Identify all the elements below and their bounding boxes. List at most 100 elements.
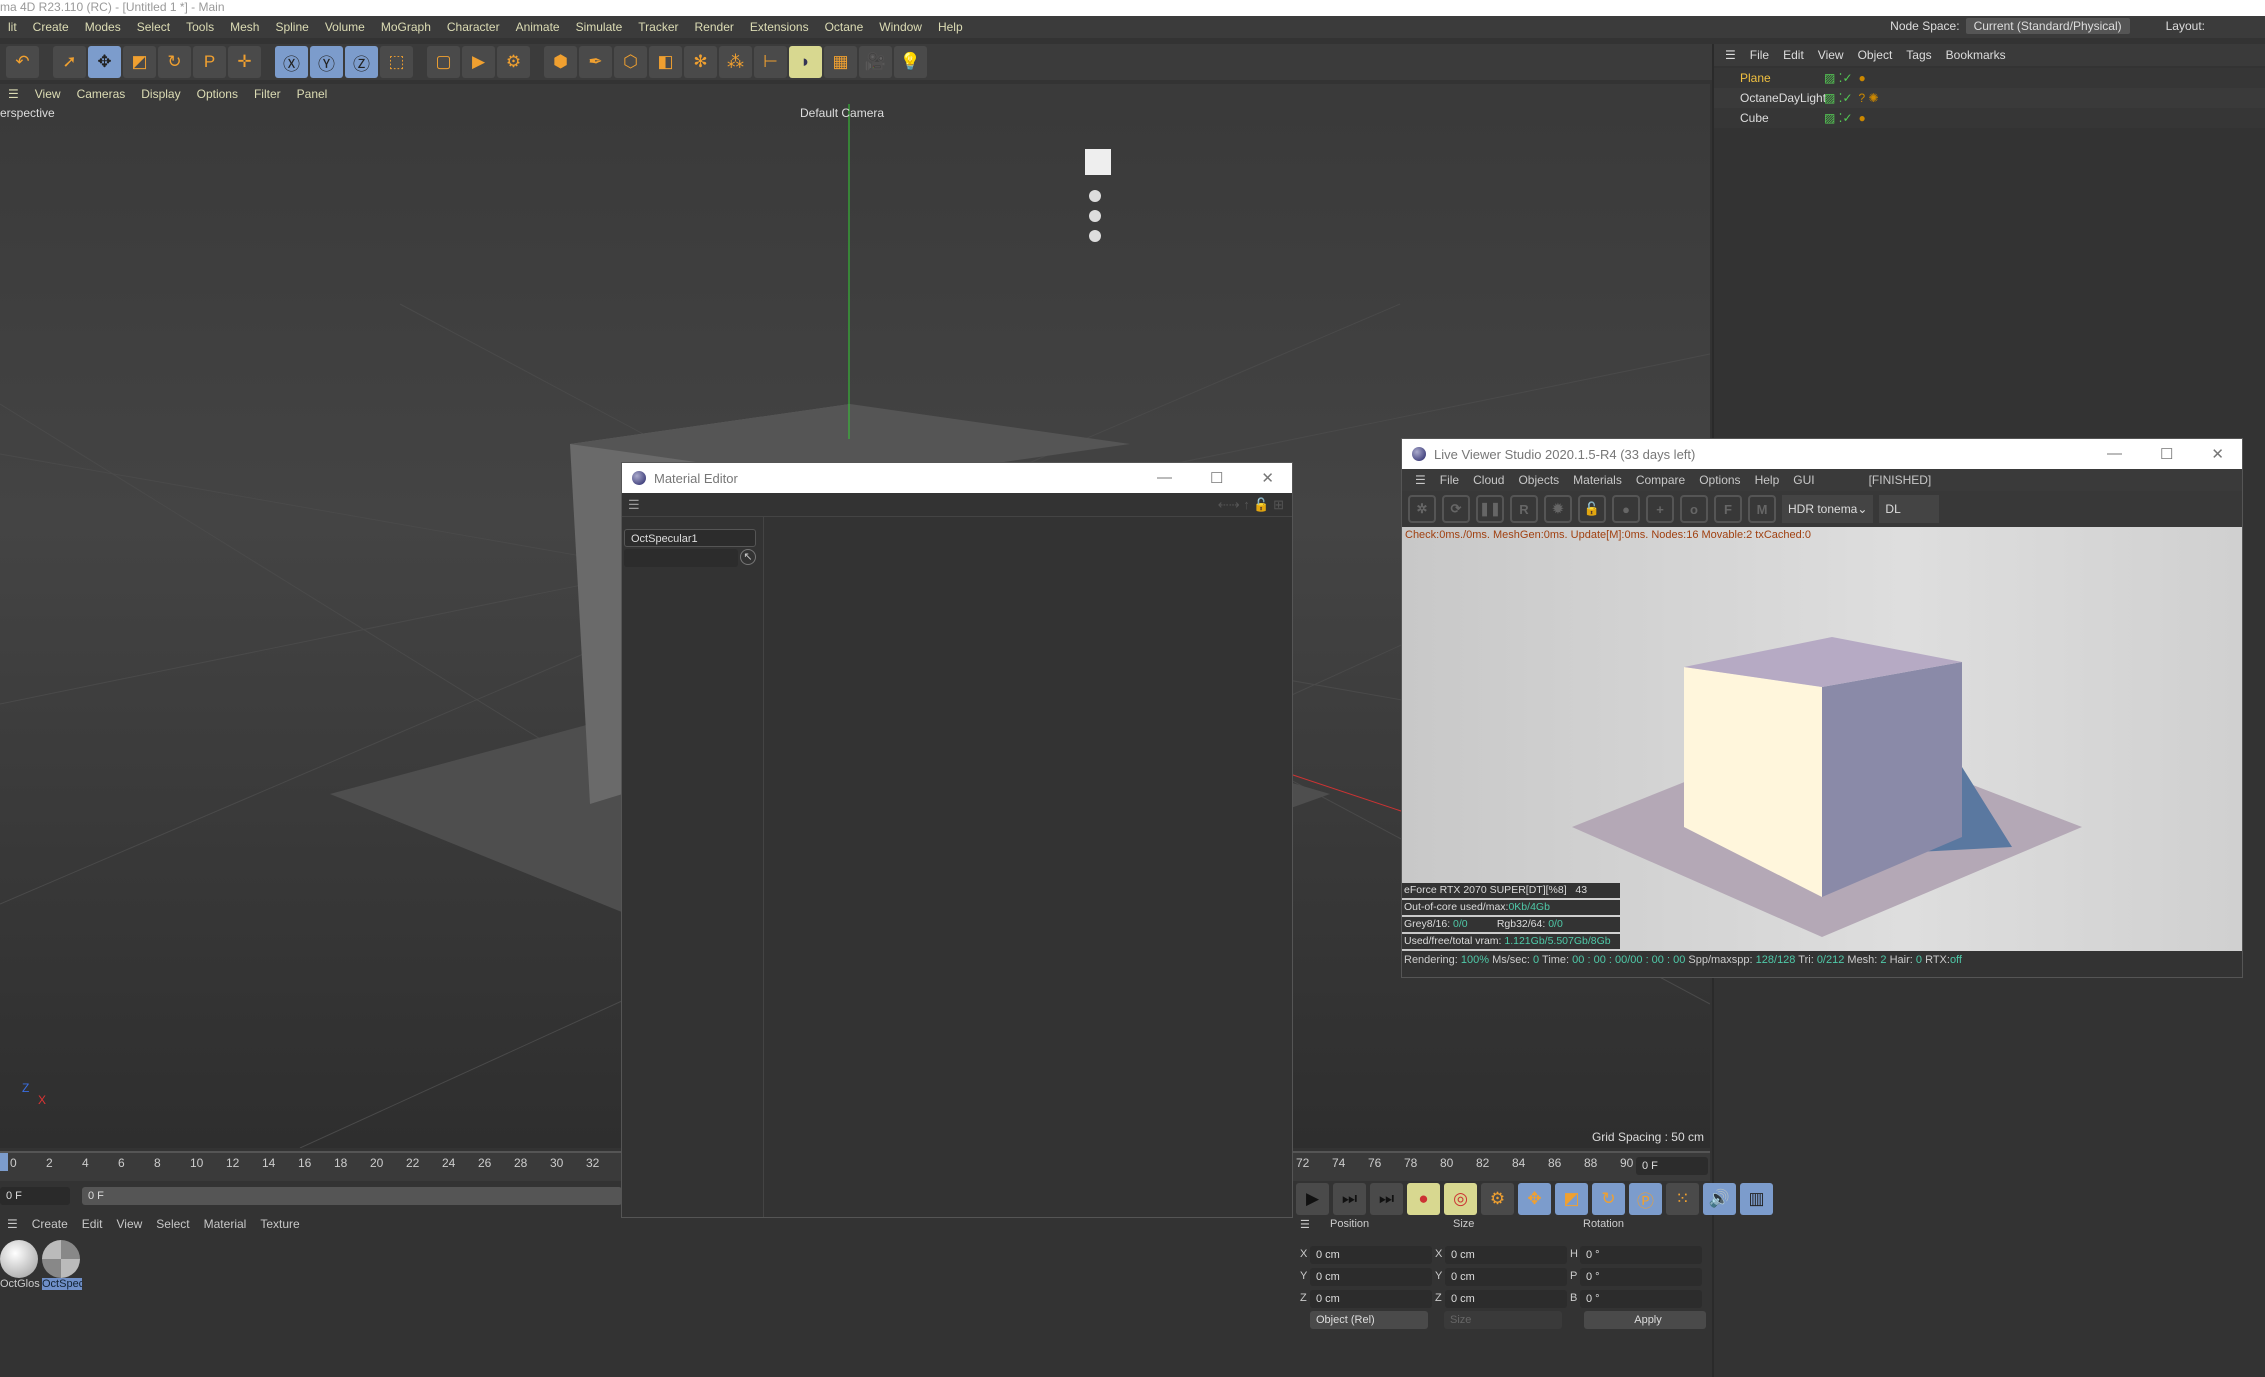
lock-icon[interactable]: 🔓 [1578,495,1606,523]
viewport-menu-display[interactable]: Display [133,87,188,101]
menu-spline[interactable]: Spline [267,20,316,34]
add-icon[interactable]: + [1646,495,1674,523]
matmgr-menu-texture[interactable]: Texture [253,1217,306,1231]
camera-label[interactable]: Default Camera [800,106,884,120]
menu-help[interactable]: Help [930,20,971,34]
tonemap-select[interactable]: HDR tonema ⌄ [1782,495,1874,523]
lv-menu-objects[interactable]: Objects [1511,473,1566,487]
z-axis-icon[interactable]: Ⓩ [345,46,378,78]
rot-h-field[interactable]: 0 ° [1580,1246,1702,1264]
pos-y-field[interactable]: 0 cm [1310,1268,1432,1286]
matmgr-menu-edit[interactable]: Edit [75,1217,110,1231]
x-axis-icon[interactable]: Ⓧ [275,46,308,78]
cube-icon[interactable]: ⬢ [544,46,577,78]
playhead[interactable] [0,1153,8,1171]
menu-animate[interactable]: Animate [508,20,568,34]
material-dropdown[interactable] [624,549,738,567]
object-name[interactable]: Plane [1714,71,1824,85]
mograph-icon[interactable]: ⁂ [719,46,752,78]
key-position-icon[interactable]: ✥ [1518,1183,1551,1215]
render-settings-icon[interactable]: ⚙ [497,46,530,78]
sound-icon[interactable]: 🔊 [1703,1183,1736,1215]
nav-arrows-icon[interactable]: ⇠⇢ ↑ 🔓 ⊞ [1218,497,1292,513]
key-pla-icon[interactable]: ⁙ [1666,1183,1699,1215]
visibility-toggles-icon[interactable]: ▨ ⁚✓ [1824,71,1853,85]
clay-icon[interactable]: o [1680,495,1708,523]
size-x-field[interactable]: 0 cm [1445,1246,1567,1264]
object-name[interactable]: Cube [1714,111,1824,125]
material-octgloss[interactable]: OctGloss [0,1240,40,1298]
camera-icon[interactable]: 🎥 [859,46,892,78]
deformer-icon[interactable]: ⊢ [754,46,787,78]
rot-b-field[interactable]: 0 ° [1580,1290,1702,1308]
lv-menu-compare[interactable]: Compare [1629,473,1692,487]
menu-lit[interactable]: lit [0,20,25,34]
menu-character[interactable]: Character [439,20,508,34]
record-icon[interactable]: ● [1407,1183,1440,1215]
undo-icon[interactable]: ↶ [6,46,39,78]
menu-tracker[interactable]: Tracker [630,20,686,34]
key-param-icon[interactable]: Ⓟ [1629,1183,1662,1215]
object-row[interactable]: Cube ▨ ⁚✓ ● [1714,108,2265,128]
menu-window[interactable]: Window [871,20,930,34]
rotate-icon[interactable]: ↻ [158,46,191,78]
matmgr-menu-view[interactable]: View [109,1217,149,1231]
keyframe-settings-icon[interactable]: ⚙ [1481,1183,1514,1215]
psr-icon[interactable]: P [193,46,226,78]
menu-octane[interactable]: Octane [817,20,872,34]
lv-menu-help[interactable]: Help [1748,473,1787,487]
menu-render[interactable]: Render [687,20,742,34]
next-frame-icon[interactable]: ⏭ [1333,1183,1366,1215]
material-name-field[interactable]: OctSpecular1 [624,529,756,547]
material-octspec[interactable]: OctSpec [42,1240,82,1298]
viewport-menu-options[interactable]: Options [189,87,246,101]
material-ball-icon[interactable]: ● [1612,495,1640,523]
om-menu-object[interactable]: Object [1851,48,1900,62]
apply-button[interactable]: Apply [1584,1311,1706,1329]
y-axis-icon[interactable]: Ⓨ [310,46,343,78]
hamburger-icon[interactable]: ☰ [0,1217,25,1231]
viewport-menu-cameras[interactable]: Cameras [69,87,134,101]
maximize-icon[interactable]: ☐ [1210,469,1223,487]
hamburger-icon[interactable]: ☰ [1408,473,1433,487]
object-row[interactable]: OctaneDayLight ▨ ⁚✓ ? ✺ [1714,88,2265,108]
axis-icon[interactable]: ✛ [228,46,261,78]
hamburger-icon[interactable]: ☰ [1718,48,1743,62]
viewport-menu-filter[interactable]: Filter [246,87,289,101]
send-scene-icon[interactable]: ✲ [1408,495,1436,523]
lv-menu-options[interactable]: Options [1692,473,1747,487]
subdivision-icon[interactable]: ⬡ [614,46,647,78]
menu-select[interactable]: Select [129,20,178,34]
octane-tag-icon[interactable]: ? ✺ [1859,91,1879,105]
minimize-icon[interactable]: — [2107,445,2122,463]
matmgr-menu-material[interactable]: Material [197,1217,254,1231]
restart-icon[interactable]: ⟳ [1442,495,1470,523]
size-z-field[interactable]: 0 cm [1445,1290,1567,1308]
pause-icon[interactable]: ❚❚ [1476,495,1504,523]
material-pick-icon[interactable]: M [1748,495,1776,523]
menu-mesh[interactable]: Mesh [222,20,267,34]
viewport-menu-panel[interactable]: Panel [289,87,336,101]
om-menu-bookmarks[interactable]: Bookmarks [1939,48,2013,62]
focus-pick-icon[interactable]: F [1714,495,1742,523]
om-menu-edit[interactable]: Edit [1776,48,1811,62]
floor-icon[interactable]: ▦ [824,46,857,78]
om-menu-tags[interactable]: Tags [1899,48,1938,62]
settings-icon[interactable]: ✹ [1544,495,1572,523]
matmgr-menu-select[interactable]: Select [149,1217,196,1231]
visibility-toggles-icon[interactable]: ▨ ⁚✓ [1824,111,1853,125]
pen-icon[interactable]: ✒ [579,46,612,78]
hamburger-icon[interactable]: ☰ [628,497,640,513]
play-icon[interactable]: ▶ [1296,1183,1329,1215]
current-frame-field[interactable]: 0 F [0,1187,70,1205]
object-row[interactable]: Plane ▨ ⁚✓ ● [1714,68,2265,88]
hamburger-icon[interactable]: ☰ [0,87,27,101]
menu-create[interactable]: Create [25,20,77,34]
region-icon[interactable]: R [1510,495,1538,523]
key-rotation-icon[interactable]: ↻ [1592,1183,1625,1215]
key-scale-icon[interactable]: ◩ [1555,1183,1588,1215]
material-tag-icon[interactable]: ● [1859,111,1866,125]
om-menu-file[interactable]: File [1743,48,1776,62]
render-view[interactable]: Check:0ms./0ms. MeshGen:0ms. Update[M]:0… [1402,527,2242,951]
menu-extensions[interactable]: Extensions [742,20,817,34]
